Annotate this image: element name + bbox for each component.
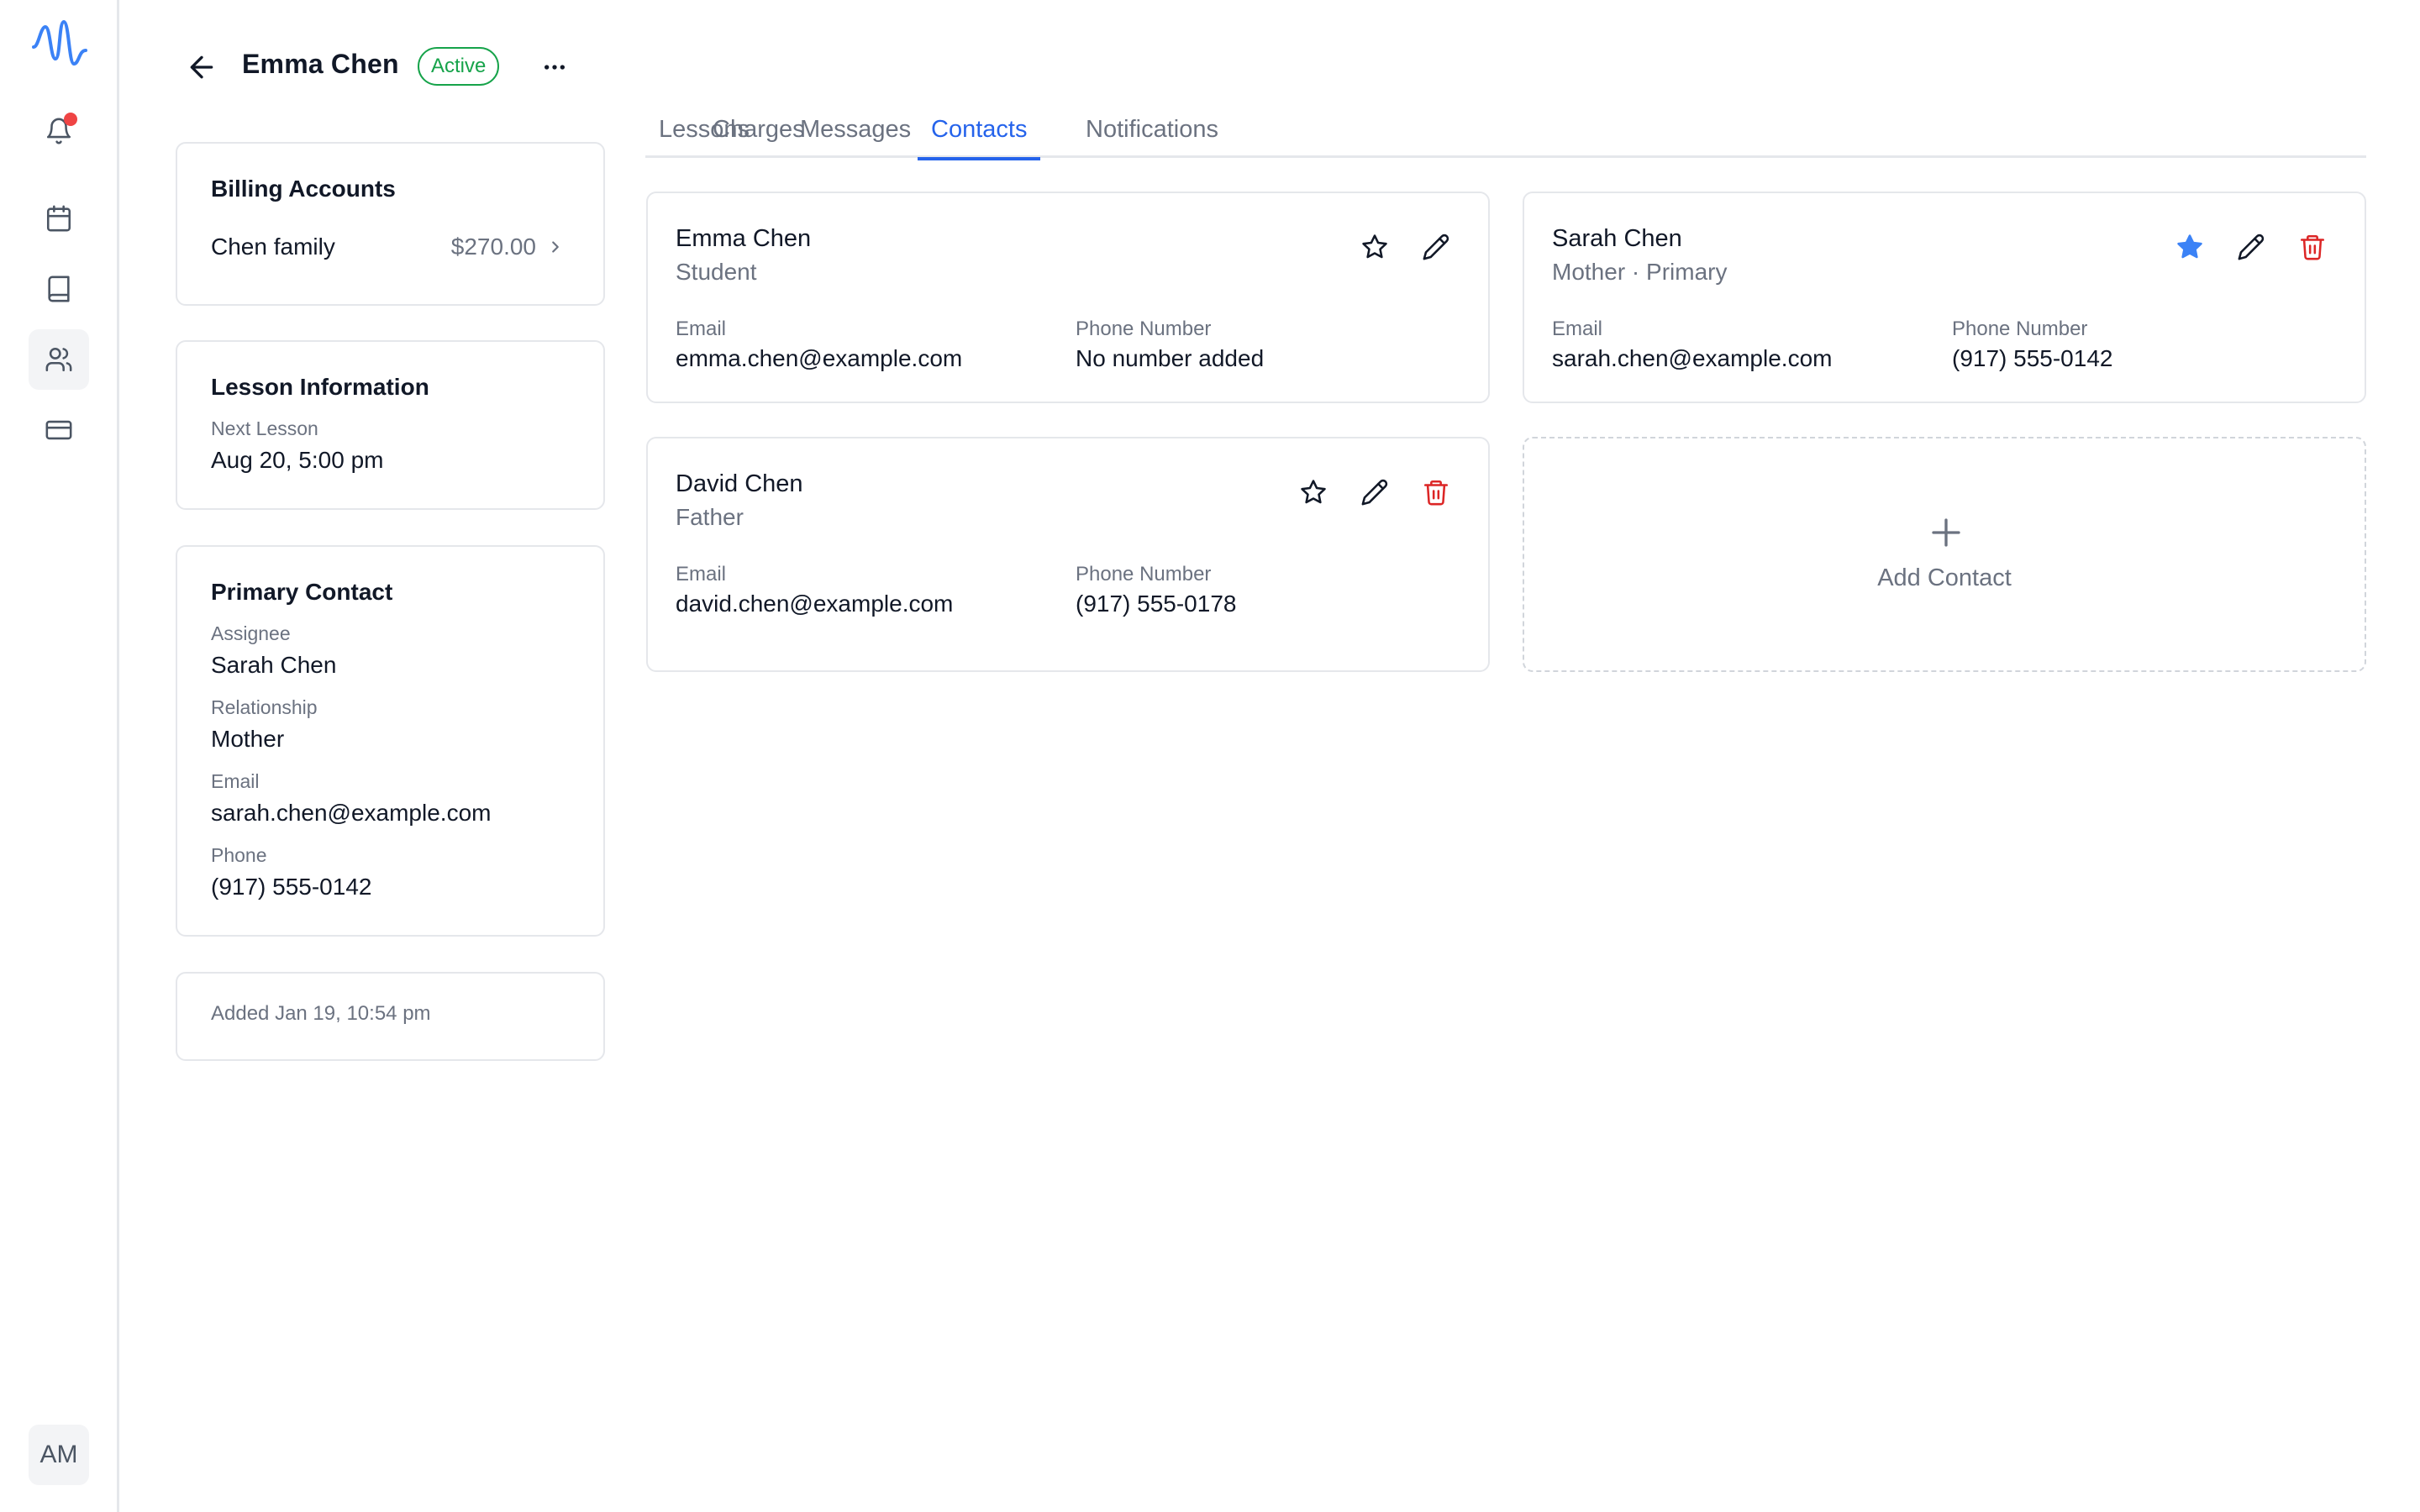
add-contact-label: Add Contact — [1877, 564, 2012, 591]
tab-messages[interactable]: Messages — [786, 116, 924, 158]
notification-dot — [64, 113, 77, 126]
calendar-icon — [46, 205, 71, 232]
contact-card-sarah: Sarah Chen Mother · Primary Email sarah.… — [1523, 192, 2366, 403]
pencil-icon — [2238, 234, 2265, 260]
contact-phone-label: Phone Number — [1952, 318, 2088, 340]
next-lesson-value: Aug 20, 5:00 pm — [211, 447, 384, 473]
star-outline-icon — [1362, 234, 1387, 259]
assignee-value: Sarah Chen — [211, 652, 337, 678]
trash-icon — [1423, 480, 1449, 506]
phone-row: Phone (917) 555-0142 — [211, 844, 371, 900]
contact-email-label: Email — [676, 563, 727, 585]
edit-contact-button[interactable] — [1419, 230, 1453, 264]
star-outline-icon — [1301, 480, 1326, 504]
delete-contact-button[interactable] — [2296, 230, 2329, 264]
page-title: Emma Chen — [242, 49, 399, 79]
email-value: sarah.chen@example.com — [211, 800, 492, 826]
billing-account-amount: $270.00 — [450, 234, 536, 260]
pencil-icon — [1423, 234, 1449, 260]
delete-contact-button[interactable] — [1419, 475, 1453, 509]
chevron-right-icon[interactable] — [546, 238, 565, 256]
contact-card-emma: Emma Chen Student Email emma.chen@exampl… — [646, 192, 1490, 403]
edit-contact-button[interactable] — [1358, 475, 1392, 509]
contact-email: sarah.chen@example.com — [1552, 345, 1833, 371]
set-primary-button[interactable] — [1297, 475, 1330, 509]
primary-contact-card: Primary Contact Assignee Sarah Chen Rela… — [176, 545, 605, 937]
tab-notifications[interactable]: Notifications — [1072, 116, 1232, 158]
app-root: AM Emma Chen Active Billing Accounts Che… — [0, 0, 2420, 1512]
user-avatar[interactable]: AM — [29, 1425, 89, 1485]
assignee-row: Assignee Sarah Chen — [211, 622, 336, 679]
book-icon — [48, 276, 70, 302]
primary-star-button[interactable] — [2173, 230, 2207, 264]
lesson-information-card: Lesson Information Next Lesson Aug 20, 5… — [176, 340, 605, 510]
contact-role: Father — [676, 504, 744, 530]
trash-icon — [2300, 234, 2325, 260]
email-row: Email sarah.chen@example.com — [211, 770, 491, 827]
relationship-row: Relationship Mother — [211, 696, 318, 753]
sidebar-item-billing[interactable] — [29, 400, 89, 460]
sidebar: AM — [0, 0, 119, 1512]
sidebar-item-students[interactable] — [29, 329, 89, 390]
contact-phone: No number added — [1076, 345, 1265, 371]
added-date-card: Added Jan 19, 10:54 pm — [176, 972, 605, 1061]
sidebar-item-lessons[interactable] — [29, 259, 89, 319]
set-primary-button[interactable] — [1358, 230, 1392, 264]
contact-email-label: Email — [1552, 318, 1603, 340]
contact-name: Sarah Chen — [1552, 225, 1682, 252]
tab-contacts[interactable]: Contacts — [918, 116, 1041, 160]
contact-name: David Chen — [676, 470, 803, 497]
relationship-value: Mother — [211, 726, 285, 752]
contact-phone-label: Phone Number — [1076, 563, 1212, 585]
edit-contact-button[interactable] — [2234, 230, 2268, 264]
contact-name: Emma Chen — [676, 225, 812, 252]
contact-role: Student — [676, 259, 757, 285]
relationship-label: Relationship — [211, 696, 318, 718]
tab-bar: Lessons Charges Messages Contacts Notifi… — [645, 108, 2366, 160]
phone-label: Phone — [211, 844, 267, 866]
more-horizontal-icon — [544, 65, 565, 70]
primary-contact-title: Primary Contact — [211, 579, 393, 605]
contact-card-david: David Chen Father Email david.chen@examp… — [646, 437, 1490, 672]
added-date-text: Added Jan 19, 10:54 pm — [211, 1002, 431, 1025]
contact-role: Mother · Primary — [1552, 259, 1728, 285]
pencil-icon — [1361, 479, 1388, 506]
contact-phone-label: Phone Number — [1076, 318, 1212, 340]
billing-accounts-title: Billing Accounts — [211, 176, 396, 202]
star-filled-icon — [2177, 234, 2202, 259]
email-label: Email — [211, 770, 260, 792]
lesson-information-title: Lesson Information — [211, 374, 429, 400]
phone-value: (917) 555-0142 — [211, 874, 372, 900]
add-contact-button[interactable]: Add Contact — [1523, 437, 2366, 672]
back-button[interactable] — [185, 50, 218, 84]
arrow-left-icon — [190, 55, 213, 79]
more-options-button[interactable] — [538, 50, 571, 84]
billing-accounts-card: Billing Accounts Chen family $270.00 — [176, 142, 605, 306]
contact-email-label: Email — [676, 318, 727, 340]
contact-email: emma.chen@example.com — [676, 345, 963, 371]
credit-card-icon — [45, 420, 72, 440]
app-logo-wave-icon[interactable] — [30, 17, 89, 69]
users-icon — [45, 347, 72, 372]
contact-phone: (917) 555-0178 — [1076, 591, 1237, 617]
assignee-label: Assignee — [211, 622, 291, 644]
status-badge: Active — [418, 47, 500, 86]
contact-email: david.chen@example.com — [676, 591, 954, 617]
contact-phone: (917) 555-0142 — [1952, 345, 2113, 371]
billing-account-name[interactable]: Chen family — [211, 234, 335, 260]
sidebar-item-notifications[interactable] — [29, 101, 89, 161]
next-lesson-label: Next Lesson — [211, 417, 318, 439]
sidebar-item-calendar[interactable] — [29, 188, 89, 249]
plus-icon — [1932, 518, 1960, 547]
